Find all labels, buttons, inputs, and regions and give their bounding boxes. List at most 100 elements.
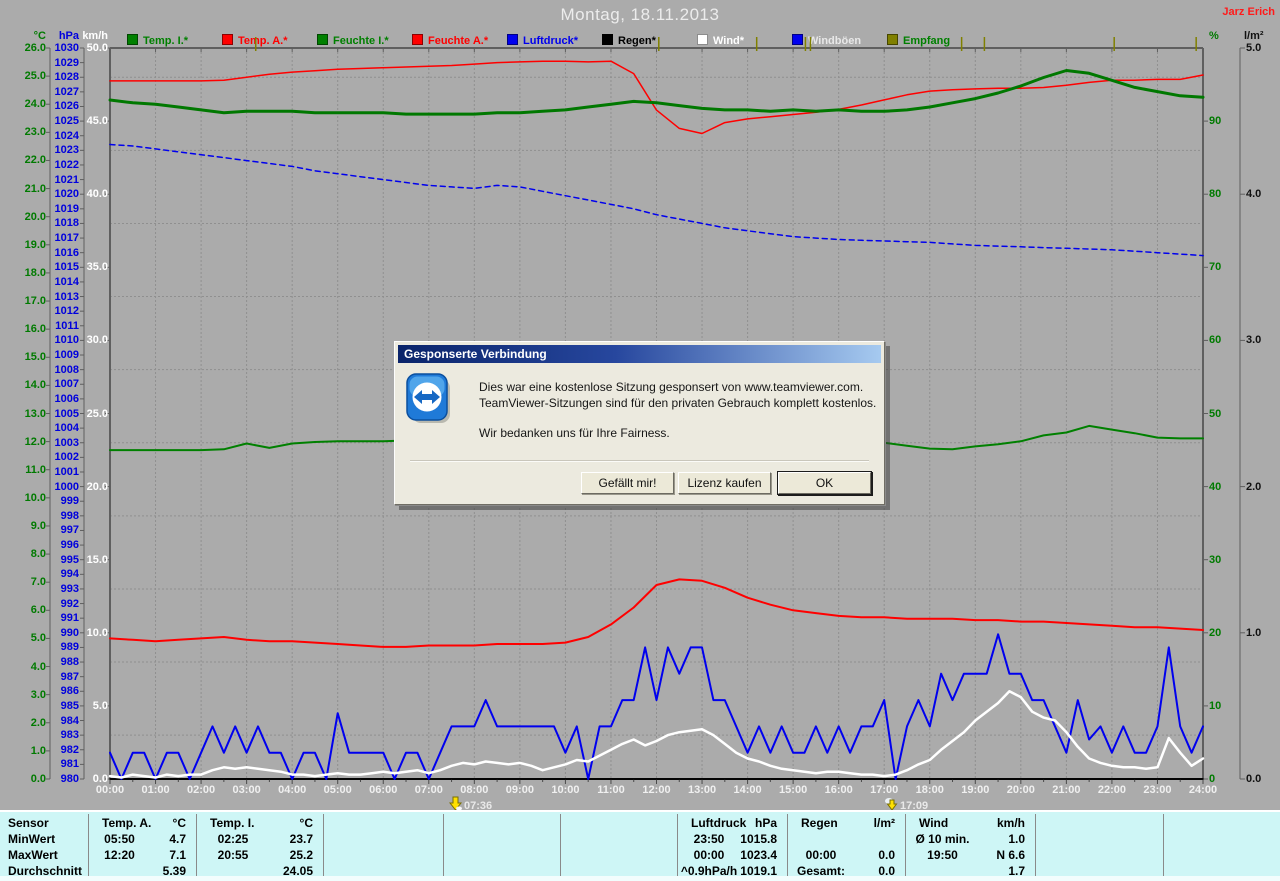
col-header-unit: hPa (677, 815, 777, 831)
x-axis-label: 18:00 (908, 785, 952, 795)
axis-label-kmh: 35.0 (48, 262, 108, 272)
x-axis-label: 02:00 (179, 785, 223, 795)
teamviewer-icon (406, 373, 452, 434)
cell-max-value: 0.0 (787, 847, 895, 863)
axis-label-hpa: 988 (19, 657, 79, 667)
axis-label-hpa: 994 (19, 569, 79, 579)
x-axis-label: 23:00 (1135, 785, 1179, 795)
axis-label-hpa: 1022 (19, 160, 79, 170)
axis-label-hpa: 1012 (19, 306, 79, 316)
axis-label-hpa: 1014 (19, 277, 79, 287)
x-axis-label: 06:00 (361, 785, 405, 795)
x-axis-label: 21:00 (1044, 785, 1088, 795)
x-axis-label: 00:00 (88, 785, 132, 795)
cell-max-value: 1023.4 (677, 847, 777, 863)
axis-label-hpa: 1003 (19, 438, 79, 448)
sunset-icon (884, 796, 898, 811)
dialog-title-bar[interactable]: Gesponserte Verbindung (398, 345, 881, 363)
axis-label-pct: 10 (1209, 701, 1221, 711)
buy-license-button[interactable]: Lizenz kaufen (678, 472, 771, 494)
axis-label-hpa: 1016 (19, 248, 79, 258)
dialog-divider (410, 460, 869, 462)
x-axis-label: 24:00 (1181, 785, 1225, 795)
axis-label-lm2: 0.0 (1246, 774, 1261, 784)
axis-label-hpa: 1019 (19, 204, 79, 214)
axis-label-hpa: 1006 (19, 394, 79, 404)
x-axis-label: 19:00 (953, 785, 997, 795)
col-header-unit: °C (88, 815, 186, 831)
dialog-text-line2: TeamViewer-Sitzungen sind für den privat… (479, 396, 876, 410)
axis-label-hpa: 1002 (19, 452, 79, 462)
dialog-text-line3: Wir bedanken uns für Ihre Fairness. (479, 426, 670, 440)
axis-label-hpa: 983 (19, 730, 79, 740)
ok-button[interactable]: OK (778, 472, 871, 494)
x-axis-label: 17:00 (862, 785, 906, 795)
x-axis-label: 15:00 (771, 785, 815, 795)
col-header-unit: l/m² (787, 815, 895, 831)
axis-label-kmh: 45.0 (48, 116, 108, 126)
cell-avg-value: 24.05 (196, 863, 313, 879)
axis-label-hpa: 1009 (19, 350, 79, 360)
axis-label-kmh: 20.0 (48, 482, 108, 492)
axis-label-hpa: 987 (19, 672, 79, 682)
x-axis-label: 11:00 (589, 785, 633, 795)
x-axis-label: 08:00 (452, 785, 496, 795)
axis-label-lm2: 3.0 (1246, 335, 1261, 345)
axis-label-hpa: 999 (19, 496, 79, 506)
x-axis-label: 16:00 (817, 785, 861, 795)
axis-label-kmh: 30.0 (48, 335, 108, 345)
axis-label-hpa: 1013 (19, 292, 79, 302)
axis-label-hpa: 986 (19, 686, 79, 696)
table-separator (560, 814, 561, 876)
axis-label-hpa: 998 (19, 511, 79, 521)
row-label-2: MaxWert (8, 847, 58, 863)
axis-label-kmh: 50.0 (48, 43, 108, 53)
axis-label-hpa: 1027 (19, 87, 79, 97)
axis-label-hpa: 991 (19, 613, 79, 623)
x-axis-label: 10:00 (543, 785, 587, 795)
cell-max-value: N 6.6 (905, 847, 1025, 863)
axis-label-pct: 90 (1209, 116, 1221, 126)
col-header-unit: km/h (905, 815, 1025, 831)
cell-min-value: 23.7 (196, 831, 313, 847)
axis-label-lm2: 1.0 (1246, 628, 1261, 638)
axis-label-hpa: 1011 (19, 321, 79, 331)
axis-label-hpa: 1017 (19, 233, 79, 243)
axis-label-pct: 0 (1209, 774, 1215, 784)
axis-label-hpa: 993 (19, 584, 79, 594)
axis-label-pct: 60 (1209, 335, 1221, 345)
cell-avg-value: 0.0 (787, 863, 895, 879)
axis-label-hpa: 1028 (19, 72, 79, 82)
x-axis-label: 20:00 (999, 785, 1043, 795)
like-button[interactable]: Gefällt mir! (581, 472, 674, 494)
axis-label-kmh: 15.0 (48, 555, 108, 565)
table-separator (1163, 814, 1164, 876)
x-axis-label: 01:00 (134, 785, 178, 795)
cell-avg-value: 5.39 (88, 863, 186, 879)
x-axis-label: 04:00 (270, 785, 314, 795)
cell-avg-value: 1.7 (905, 863, 1025, 879)
axis-label-hpa: 1018 (19, 218, 79, 228)
cell-min-value: 4.7 (88, 831, 186, 847)
table-separator (443, 814, 444, 876)
axis-label-hpa: 996 (19, 540, 79, 550)
axis-label-hpa: 989 (19, 642, 79, 652)
table-bottom-strip (0, 876, 1280, 881)
cell-max-value: 7.1 (88, 847, 186, 863)
axis-label-hpa: 981 (19, 759, 79, 769)
cell-min-value: 1.0 (905, 831, 1025, 847)
row-label-3: Durchschnitt (8, 863, 82, 879)
axis-label-lm2: 4.0 (1246, 189, 1261, 199)
axis-label-hpa: 982 (19, 745, 79, 755)
axis-label-kmh: 40.0 (48, 189, 108, 199)
axis-label-hpa: 1029 (19, 58, 79, 68)
x-axis-label: 05:00 (316, 785, 360, 795)
x-axis-label: 12:00 (635, 785, 679, 795)
x-axis-label: 09:00 (498, 785, 542, 795)
axis-label-kmh: 0.0 (48, 774, 108, 784)
axis-label-hpa: 1004 (19, 423, 79, 433)
row-label-0: Sensor (8, 815, 49, 831)
cell-min-value: 1015.8 (677, 831, 777, 847)
axis-label-hpa: 1008 (19, 365, 79, 375)
axis-label-pct: 30 (1209, 555, 1221, 565)
